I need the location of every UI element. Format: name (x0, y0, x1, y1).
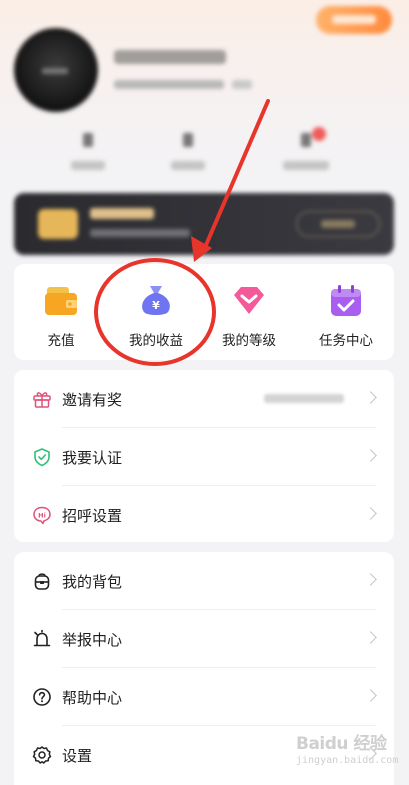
quick-action-recharge[interactable]: 充值 (16, 264, 106, 360)
baidu-watermark: Baidu 经验 jingyan.baidu.com (290, 727, 402, 775)
vip-open-button[interactable] (296, 211, 380, 237)
watermark-url: jingyan.baidu.com (296, 755, 399, 766)
invite-reward-text-blurred (264, 394, 344, 403)
menu-group-1: 邀请有奖 我要认证 Hi 招呼设置 (14, 370, 394, 542)
help-circle-icon (33, 688, 51, 706)
menu-item-invite[interactable]: 邀请有奖 (14, 370, 394, 428)
menu-label: 我的背包 (62, 573, 123, 591)
quick-action-label: 任务中心 (319, 333, 373, 349)
yen-symbol: ¥ (152, 299, 160, 312)
quick-action-tasks[interactable]: 任务中心 (301, 264, 391, 360)
menu-label: 设置 (62, 747, 93, 765)
menu-label: 举报中心 (62, 631, 123, 649)
crown-icon (38, 209, 78, 239)
menu-label: 帮助中心 (62, 689, 123, 707)
backpack-icon (34, 573, 50, 590)
shield-check-icon (34, 448, 50, 467)
chevron-right-icon (364, 449, 377, 462)
chevron-right-icon (364, 507, 377, 520)
chevron-right-icon (364, 391, 377, 404)
level-diamond-icon (234, 287, 264, 314)
quick-action-label: 充值 (47, 333, 75, 349)
quick-actions-card: 充值 ¥ 我的收益 我的等级 任务中心 (14, 264, 394, 360)
gift-icon (33, 392, 51, 408)
user-name-blurred (114, 50, 226, 64)
user-id-extra-blurred (232, 80, 252, 89)
money-bag-icon: ¥ (142, 286, 170, 315)
avatar[interactable] (14, 28, 98, 112)
stat-following[interactable] (58, 133, 118, 170)
chevron-right-icon (364, 689, 377, 702)
quick-action-level[interactable]: 我的等级 (204, 264, 294, 360)
stat-visitors[interactable] (276, 127, 336, 170)
chevron-right-icon (364, 631, 377, 644)
menu-item-backpack[interactable]: 我的背包 (14, 552, 394, 610)
menu-item-verify[interactable]: 我要认证 (14, 428, 394, 486)
hi-bubble-icon: Hi (33, 506, 51, 525)
quick-action-earnings[interactable]: ¥ 我的收益 (111, 264, 201, 360)
menu-label: 招呼设置 (62, 507, 123, 525)
menu-label: 我要认证 (62, 449, 123, 467)
user-id-blurred (114, 80, 224, 89)
menu-item-report-center[interactable]: 举报中心 (14, 610, 394, 668)
vip-banner[interactable] (14, 193, 394, 255)
quick-action-label: 我的收益 (129, 333, 183, 349)
wallet-icon (45, 287, 77, 315)
watermark-brand: Baidu 经验 (296, 734, 387, 754)
gear-icon (32, 746, 52, 764)
hi-text: Hi (38, 512, 46, 520)
quick-action-label: 我的等级 (222, 333, 276, 349)
menu-label: 邀请有奖 (62, 391, 123, 409)
stat-fans[interactable] (158, 133, 218, 170)
alarm-bell-icon (33, 629, 51, 647)
menu-item-help-center[interactable]: 帮助中心 (14, 668, 394, 726)
top-right-pill-button[interactable] (316, 6, 392, 34)
menu-item-greeting-settings[interactable]: Hi 招呼设置 (14, 486, 394, 544)
calendar-check-icon (331, 285, 361, 316)
chevron-right-icon (364, 573, 377, 586)
